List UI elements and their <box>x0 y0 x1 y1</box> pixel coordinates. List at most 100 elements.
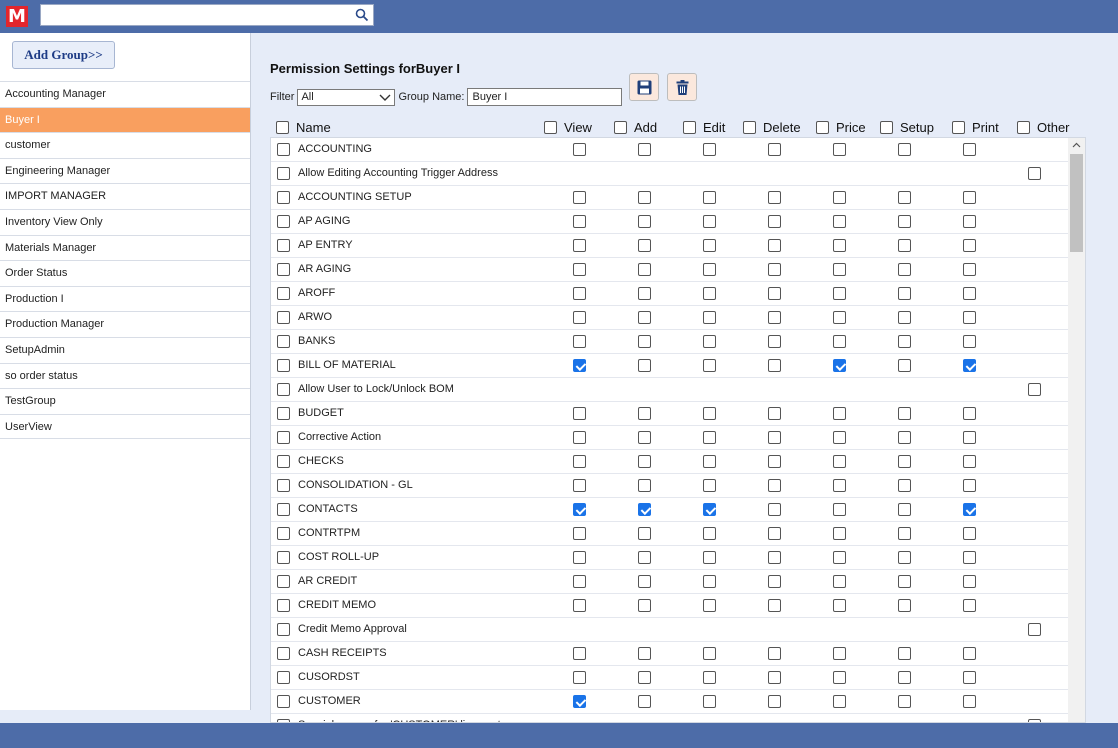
price-checkbox[interactable] <box>833 671 846 684</box>
view-checkbox[interactable] <box>573 479 586 492</box>
price-checkbox[interactable] <box>833 479 846 492</box>
print-checkbox[interactable] <box>963 527 976 540</box>
row-select-checkbox[interactable] <box>277 335 290 348</box>
setup-checkbox[interactable] <box>898 431 911 444</box>
delete-checkbox[interactable] <box>768 407 781 420</box>
add-checkbox[interactable] <box>638 551 651 564</box>
print-checkbox[interactable] <box>963 311 976 324</box>
delete-checkbox[interactable] <box>768 479 781 492</box>
price-checkbox[interactable] <box>833 695 846 708</box>
row-select-checkbox[interactable] <box>277 191 290 204</box>
filter-select[interactable]: All <box>297 88 396 106</box>
price-checkbox[interactable] <box>833 143 846 156</box>
add-checkbox[interactable] <box>638 407 651 420</box>
print-checkbox[interactable] <box>963 695 976 708</box>
row-select-checkbox[interactable] <box>277 359 290 372</box>
select-all-view-checkbox[interactable] <box>544 121 557 134</box>
edit-checkbox[interactable] <box>703 455 716 468</box>
print-checkbox[interactable] <box>963 407 976 420</box>
price-checkbox[interactable] <box>833 599 846 612</box>
print-checkbox[interactable] <box>963 263 976 276</box>
setup-checkbox[interactable] <box>898 647 911 660</box>
row-select-checkbox[interactable] <box>277 431 290 444</box>
edit-checkbox[interactable] <box>703 695 716 708</box>
print-checkbox[interactable] <box>963 503 976 516</box>
view-checkbox[interactable] <box>573 143 586 156</box>
view-checkbox[interactable] <box>573 215 586 228</box>
row-select-checkbox[interactable] <box>277 287 290 300</box>
group-item[interactable]: Materials Manager <box>0 234 250 261</box>
edit-checkbox[interactable] <box>703 431 716 444</box>
edit-checkbox[interactable] <box>703 215 716 228</box>
delete-checkbox[interactable] <box>768 431 781 444</box>
row-select-checkbox[interactable] <box>277 143 290 156</box>
view-checkbox[interactable] <box>573 527 586 540</box>
add-checkbox[interactable] <box>638 671 651 684</box>
add-checkbox[interactable] <box>638 359 651 372</box>
delete-checkbox[interactable] <box>768 455 781 468</box>
add-checkbox[interactable] <box>638 527 651 540</box>
add-group-button[interactable]: Add Group>> <box>12 41 115 69</box>
app-logo[interactable]: M <box>6 6 28 27</box>
delete-checkbox[interactable] <box>768 503 781 516</box>
view-checkbox[interactable] <box>573 407 586 420</box>
row-select-checkbox[interactable] <box>277 527 290 540</box>
delete-checkbox[interactable] <box>768 215 781 228</box>
view-checkbox[interactable] <box>573 575 586 588</box>
edit-checkbox[interactable] <box>703 527 716 540</box>
print-checkbox[interactable] <box>963 551 976 564</box>
price-checkbox[interactable] <box>833 647 846 660</box>
setup-checkbox[interactable] <box>898 671 911 684</box>
view-checkbox[interactable] <box>573 647 586 660</box>
setup-checkbox[interactable] <box>898 455 911 468</box>
other-checkbox[interactable] <box>1028 167 1041 180</box>
delete-checkbox[interactable] <box>768 551 781 564</box>
view-checkbox[interactable] <box>573 287 586 300</box>
print-checkbox[interactable] <box>963 671 976 684</box>
add-checkbox[interactable] <box>638 455 651 468</box>
delete-checkbox[interactable] <box>768 335 781 348</box>
edit-checkbox[interactable] <box>703 311 716 324</box>
group-item[interactable]: Production I <box>0 285 250 312</box>
delete-checkbox[interactable] <box>768 191 781 204</box>
group-item[interactable]: IMPORT MANAGER <box>0 183 250 209</box>
row-select-checkbox[interactable] <box>277 695 290 708</box>
add-checkbox[interactable] <box>638 239 651 252</box>
setup-checkbox[interactable] <box>898 143 911 156</box>
print-checkbox[interactable] <box>963 335 976 348</box>
price-checkbox[interactable] <box>833 263 846 276</box>
view-checkbox[interactable] <box>573 551 586 564</box>
view-checkbox[interactable] <box>573 431 586 444</box>
add-checkbox[interactable] <box>638 695 651 708</box>
setup-checkbox[interactable] <box>898 359 911 372</box>
delete-checkbox[interactable] <box>768 359 781 372</box>
setup-checkbox[interactable] <box>898 311 911 324</box>
delete-checkbox[interactable] <box>768 695 781 708</box>
price-checkbox[interactable] <box>833 527 846 540</box>
search-input[interactable] <box>40 4 374 26</box>
edit-checkbox[interactable] <box>703 479 716 492</box>
setup-checkbox[interactable] <box>898 479 911 492</box>
add-checkbox[interactable] <box>638 311 651 324</box>
row-select-checkbox[interactable] <box>277 311 290 324</box>
add-checkbox[interactable] <box>638 431 651 444</box>
setup-checkbox[interactable] <box>898 575 911 588</box>
delete-checkbox[interactable] <box>768 263 781 276</box>
add-checkbox[interactable] <box>638 287 651 300</box>
edit-checkbox[interactable] <box>703 599 716 612</box>
select-all-name-checkbox[interactable] <box>276 121 289 134</box>
setup-checkbox[interactable] <box>898 287 911 300</box>
delete-checkbox[interactable] <box>768 599 781 612</box>
view-checkbox[interactable] <box>573 695 586 708</box>
edit-checkbox[interactable] <box>703 263 716 276</box>
edit-checkbox[interactable] <box>703 575 716 588</box>
add-checkbox[interactable] <box>638 215 651 228</box>
search-icon[interactable] <box>355 8 369 22</box>
select-all-delete-checkbox[interactable] <box>743 121 756 134</box>
row-select-checkbox[interactable] <box>277 167 290 180</box>
delete-checkbox[interactable] <box>768 239 781 252</box>
setup-checkbox[interactable] <box>898 407 911 420</box>
edit-checkbox[interactable] <box>703 551 716 564</box>
edit-checkbox[interactable] <box>703 503 716 516</box>
price-checkbox[interactable] <box>833 239 846 252</box>
